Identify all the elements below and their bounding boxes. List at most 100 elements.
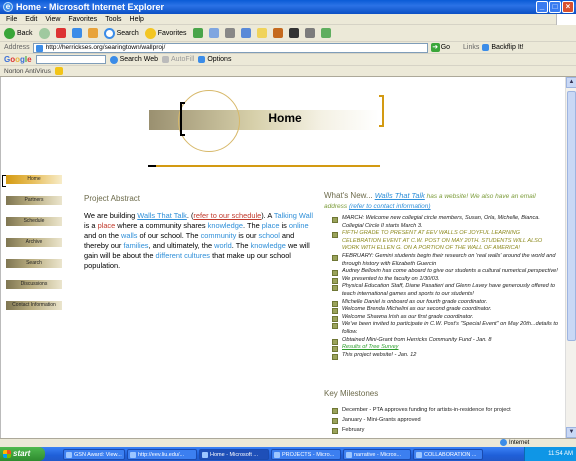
whats-new-site-link[interactable]: Walls That Talk: [375, 191, 425, 200]
whats-new-section: What's New... Walls That Talk has a webs…: [324, 191, 560, 360]
schedule-link[interactable]: refer to our schedule: [193, 211, 261, 220]
home-icon[interactable]: [87, 28, 98, 38]
nav-archive[interactable]: Archive: [6, 238, 62, 247]
abstract-text-run: of our school. The: [137, 231, 201, 240]
backflip-icon: [482, 44, 490, 51]
abstract-text-run: . The: [231, 241, 251, 250]
maximize-button[interactable]: □: [549, 1, 561, 13]
keyword: walls: [121, 231, 138, 240]
options-button[interactable]: Options: [198, 56, 231, 63]
search-button[interactable]: Search: [103, 27, 139, 39]
walls-that-talk-link[interactable]: Walls That Talk: [137, 211, 187, 220]
menu-favorites[interactable]: Favorites: [68, 16, 97, 23]
abstract-text-run: , and ultimately, the: [148, 241, 215, 250]
menu-edit[interactable]: Edit: [25, 16, 37, 23]
nav-home[interactable]: Home: [6, 175, 62, 184]
norton-toolbar: Norton AntiVirus: [0, 66, 576, 77]
search-icon: [103, 27, 115, 39]
news-item-link[interactable]: Results of Tree Survey: [324, 344, 560, 352]
addon-icon[interactable]: [320, 28, 331, 38]
taskbar-item[interactable]: PROJECTS - Micro...: [271, 448, 341, 460]
media-icon[interactable]: [192, 28, 203, 38]
keyword: knowledge: [250, 241, 286, 250]
star-icon: [144, 27, 156, 39]
nav-schedule[interactable]: Schedule: [6, 217, 62, 226]
news-item: This project website! - Jan. 12: [324, 352, 560, 360]
menu-view[interactable]: View: [45, 16, 60, 23]
menu-tools[interactable]: Tools: [105, 16, 121, 23]
close-button[interactable]: ×: [562, 1, 574, 13]
forward-arrow-icon[interactable]: [38, 27, 50, 39]
edit-icon[interactable]: [240, 28, 251, 38]
nav-search[interactable]: Search: [6, 259, 62, 268]
clock: 11:54 AM: [548, 451, 573, 457]
nav-partners[interactable]: Partners: [6, 196, 62, 205]
scroll-thumb[interactable]: [567, 91, 576, 341]
scroll-down-button[interactable]: ▼: [566, 427, 576, 438]
scroll-up-button[interactable]: ▲: [566, 77, 576, 88]
page-icon: [35, 44, 43, 52]
mail-icon[interactable]: [208, 28, 219, 38]
menu-file[interactable]: File: [6, 16, 17, 23]
nav-discussions[interactable]: Discussions: [6, 280, 62, 289]
nav-contact-information[interactable]: Contact Information: [6, 301, 62, 310]
taskbar-item[interactable]: GSN Award: View...: [63, 448, 125, 460]
norton-icon[interactable]: [54, 67, 63, 75]
address-url: http://herrickses.org/searingtown/wallpr…: [45, 43, 166, 51]
address-input[interactable]: http://herrickses.org/searingtown/wallpr…: [32, 42, 428, 53]
research-icon[interactable]: [304, 28, 315, 38]
links-toolbar[interactable]: Links: [463, 44, 479, 51]
frame-border: [0, 77, 1, 438]
start-button[interactable]: start: [0, 447, 45, 461]
page-title: Home: [268, 111, 302, 125]
search-web-button[interactable]: Search Web: [109, 55, 158, 64]
back-label: Back: [17, 29, 33, 37]
taskbar-item[interactable]: Home - Microsoft ...: [199, 448, 269, 460]
tool-icon[interactable]: [272, 28, 283, 38]
page-content: Home Home Partners Schedule Archive Sear…: [0, 77, 565, 438]
keyword: different cultures: [155, 251, 211, 260]
taskbar-item[interactable]: narrative - Micros...: [343, 448, 411, 460]
keyword: community: [200, 231, 237, 240]
print-icon[interactable]: [224, 28, 235, 38]
autofill-button[interactable]: AutoFill: [161, 56, 194, 63]
taskbar-item[interactable]: COLLABORATION ...: [413, 448, 483, 460]
backflip-button[interactable]: Backflip It!: [482, 44, 524, 51]
search-web-label: Search Web: [119, 56, 158, 63]
stop-icon[interactable]: [55, 28, 66, 38]
abstract-text-run: ). A: [261, 211, 274, 220]
google-logo[interactable]: Google: [4, 55, 32, 64]
standard-toolbar: Back Search Favorites: [0, 25, 576, 42]
folder-icon[interactable]: [256, 28, 267, 38]
milestone-item: December - PTA approves funding for arti…: [324, 405, 560, 415]
whats-new-list: MARCH: Welcome new collegial circle memb…: [324, 215, 560, 360]
vertical-scrollbar[interactable]: ▲ ▼: [565, 77, 576, 438]
google-search-input[interactable]: [35, 55, 106, 64]
favorites-button[interactable]: Favorites: [144, 27, 187, 39]
taskbar-item[interactable]: http://eev.liu.edu/...: [127, 448, 197, 460]
contact-info-link[interactable]: (refer to contact information): [349, 203, 431, 210]
go-button[interactable]: ➜ Go: [430, 43, 450, 52]
keyword: knowledge: [207, 221, 243, 230]
news-item: Michelle Daniel is onboard as our fourth…: [324, 299, 560, 307]
abstract-text-run: is: [279, 221, 289, 230]
minimize-button[interactable]: _: [536, 1, 548, 13]
window-controls: _ □ ×: [536, 1, 574, 13]
milestones-list: December - PTA approves funding for arti…: [324, 405, 560, 435]
refresh-icon[interactable]: [71, 28, 82, 38]
norton-label: Norton AntiVirus: [4, 67, 51, 75]
security-zone: Internet: [500, 439, 529, 446]
banner-circle: [178, 90, 240, 152]
keyword: Wall: [298, 211, 314, 220]
go-arrow-icon: ➜: [430, 43, 440, 52]
news-item: Welcome Brenda Michelini as our second g…: [324, 306, 560, 314]
autofill-icon: [161, 56, 169, 63]
banner-right-bracket: [379, 95, 384, 127]
milestone-item: February: [324, 425, 560, 435]
menu-help[interactable]: Help: [130, 16, 144, 23]
news-item: Obtained Mini-Grant from Herricks Commun…: [324, 337, 560, 345]
messenger-icon[interactable]: [288, 28, 299, 38]
system-tray: 11:54 AM: [524, 447, 576, 461]
back-button[interactable]: Back: [4, 27, 33, 39]
taskbar: start GSN Award: View... http://eev.liu.…: [0, 447, 576, 461]
